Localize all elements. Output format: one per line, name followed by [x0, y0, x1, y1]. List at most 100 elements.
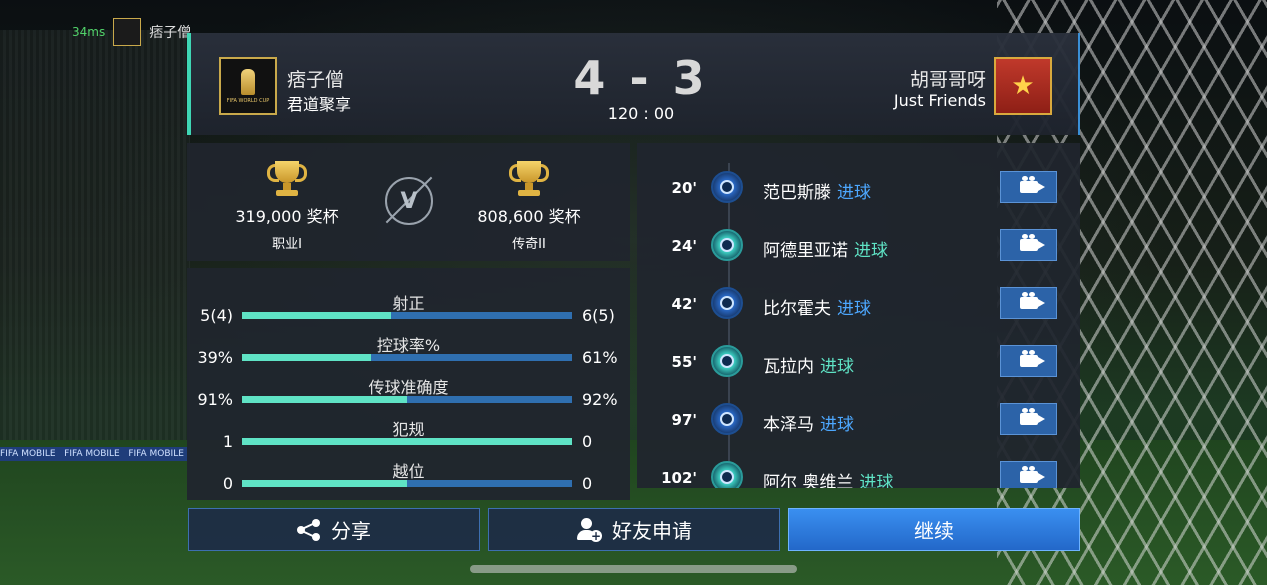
soccer-ball-icon	[711, 287, 743, 319]
goal-player: 范巴斯滕	[763, 183, 831, 203]
home-trophies: 319,000 奖杯 职业I	[217, 161, 357, 252]
goal-scorer: 比尔霍夫 进球	[763, 294, 871, 319]
goal-player: 瓦拉内	[763, 357, 814, 377]
replay-button[interactable]	[1000, 403, 1057, 435]
stat-bar	[242, 354, 572, 361]
goal-minute: 55'	[671, 353, 697, 371]
stat-row: 射正 5(4) 6(5)	[187, 290, 630, 332]
goal-row: 102' 阿尔 奥维兰 进球	[637, 459, 1080, 488]
stat-row: 传球准确度 91% 92%	[187, 374, 630, 416]
trophy-icon	[507, 161, 551, 197]
camera-icon	[1019, 292, 1045, 309]
red-star-crest-icon: ★	[994, 57, 1052, 115]
stat-title: 射正	[392, 294, 425, 313]
goal-row: 24' 阿德里亚诺 进球	[637, 227, 1080, 267]
camera-icon	[1019, 350, 1045, 367]
goal-type: 进球	[820, 415, 854, 435]
goal-type: 进球	[854, 241, 888, 261]
stat-away-value: 61%	[582, 348, 618, 367]
goal-player: 本泽马	[763, 415, 814, 435]
away-rank: 传奇II	[512, 237, 546, 252]
goal-type: 进球	[820, 357, 854, 377]
stat-bar-fill	[242, 312, 391, 319]
friend-request-label: 好友申请	[612, 519, 692, 543]
stat-bar-fill	[242, 438, 572, 445]
goal-row: 20' 范巴斯滕 进球	[637, 169, 1080, 209]
home-trophy-count: 319,000 奖杯	[235, 207, 339, 226]
continue-label: 继续	[914, 519, 954, 543]
replay-button[interactable]	[1000, 229, 1057, 261]
stat-away-value: 0	[582, 432, 593, 451]
replay-button[interactable]	[1000, 287, 1057, 319]
stat-bar	[242, 480, 572, 487]
ad-boards: FIFA MOBILE FIFA MOBILE FIFA MOBILE	[0, 447, 190, 461]
goal-type: 进球	[837, 299, 871, 319]
stat-away-value: 0	[582, 474, 593, 493]
stat-home-value: 39%	[197, 348, 233, 367]
stats-panel: 射正 5(4) 6(5) 控球率% 39% 61% 传球准确度 91% 92% …	[187, 268, 630, 500]
camera-icon	[1019, 408, 1045, 425]
continue-button[interactable]: 继续	[788, 508, 1080, 551]
goal-player: 比尔霍夫	[763, 299, 831, 319]
goal-row: 97' 本泽马 进球	[637, 401, 1080, 441]
goals-panel[interactable]: 20' 范巴斯滕 进球 24' 阿德里亚诺 进球 42' 比尔霍夫 进球 55' 瓦拉…	[637, 143, 1080, 488]
camera-icon	[1019, 234, 1045, 251]
replay-button[interactable]	[1000, 461, 1057, 488]
score-separator: -	[629, 51, 653, 105]
score-away: 3	[672, 51, 709, 105]
soccer-ball-icon	[711, 403, 743, 435]
add-friend-icon: +	[576, 517, 602, 542]
goal-scorer: 阿尔 奥维兰 进球	[763, 468, 893, 488]
share-icon	[297, 518, 321, 541]
stat-home-value: 1	[222, 432, 233, 451]
share-button[interactable]: 分享	[188, 508, 480, 551]
match-header: FIFA WORLD CUP 痞子僧 君道聚享 4 - 3 120 : 00 胡…	[187, 33, 1080, 135]
stat-away-value: 92%	[582, 390, 618, 409]
stat-home-value: 0	[222, 474, 233, 493]
goal-minute: 20'	[671, 179, 697, 197]
replay-button[interactable]	[1000, 345, 1057, 377]
soccer-ball-icon	[711, 461, 743, 488]
stat-title: 传球准确度	[368, 378, 449, 397]
goal-player: 阿德里亚诺	[763, 241, 848, 261]
goal-scorer: 本泽马 进球	[763, 410, 854, 435]
goal-type: 进球	[837, 183, 871, 203]
match-time: 120 : 00	[607, 104, 675, 123]
home-player-name: 痞子僧	[287, 69, 345, 91]
score: 4 - 3	[571, 51, 711, 105]
soccer-ball-icon	[711, 229, 743, 261]
stat-title: 犯规	[392, 420, 425, 439]
stat-away-value: 6(5)	[582, 306, 615, 325]
goal-type: 进球	[859, 473, 894, 488]
home-club-name: 君道聚享	[287, 95, 352, 114]
goal-minute: 42'	[671, 295, 697, 313]
away-trophies: 808,600 奖杯 传奇II	[459, 161, 599, 252]
stat-row: 控球率% 39% 61%	[187, 332, 630, 374]
goal-player: 阿尔 奥维兰	[763, 473, 854, 488]
home-rank: 职业I	[272, 237, 302, 252]
trophy-icon	[265, 161, 309, 197]
stat-row: 越位 0 0	[187, 458, 630, 500]
goal-minute: 24'	[671, 237, 697, 255]
crowd-background	[0, 30, 190, 440]
share-label: 分享	[331, 519, 371, 543]
stat-bar-fill	[242, 354, 371, 361]
soccer-ball-icon	[711, 171, 743, 203]
goal-scorer: 瓦拉内 进球	[763, 352, 854, 377]
stat-home-value: 5(4)	[200, 306, 233, 325]
vs-icon: V	[385, 177, 433, 225]
stat-title: 越位	[392, 462, 425, 481]
stat-row: 犯规 1 0	[187, 416, 630, 458]
top-status-strip: 34ms 痞子僧	[72, 18, 191, 46]
friend-request-button[interactable]: + 好友申请	[488, 508, 780, 551]
ping-indicator: 34ms	[72, 25, 106, 39]
stat-bar	[242, 438, 572, 445]
away-club-name: Just Friends	[893, 91, 986, 110]
mini-player-name: 痞子僧	[149, 25, 192, 41]
world-cup-icon: FIFA WORLD CUP	[219, 57, 277, 115]
goal-scorer: 范巴斯滕 进球	[763, 178, 871, 203]
trophy-panel: 319,000 奖杯 职业I V 808,600 奖杯 传奇II	[187, 143, 630, 261]
stat-bar	[242, 312, 572, 319]
replay-button[interactable]	[1000, 171, 1057, 203]
mini-logo-icon	[113, 18, 142, 46]
